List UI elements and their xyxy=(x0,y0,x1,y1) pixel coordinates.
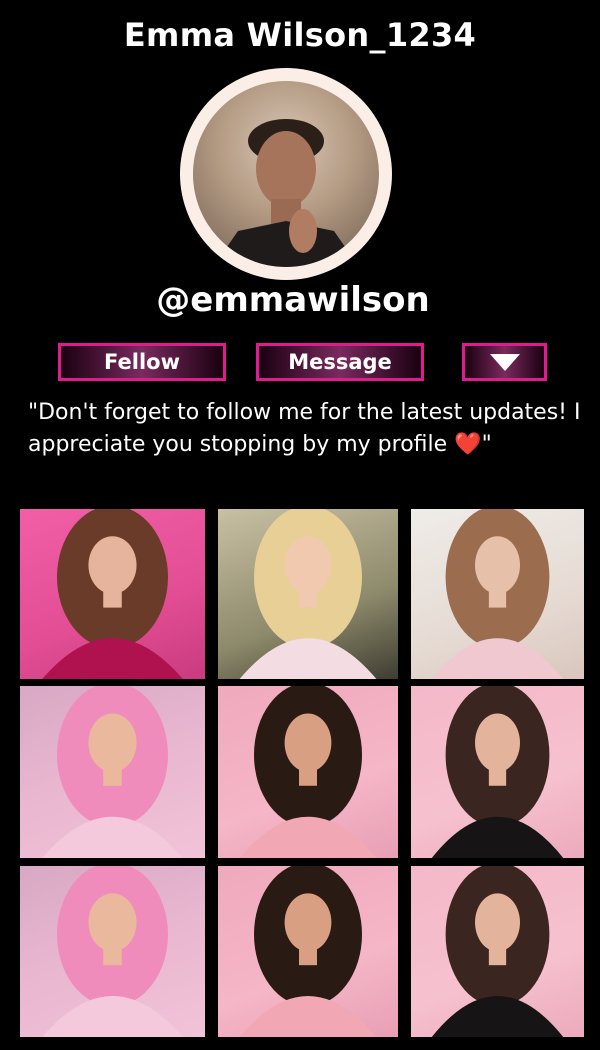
follow-button-label: Fellow xyxy=(104,350,180,374)
photo-figure xyxy=(239,686,377,858)
heart-emoji: ❤️ xyxy=(454,432,482,457)
bio-text: "Don't forget to follow me for the lates… xyxy=(28,400,581,457)
triangle-down-icon xyxy=(489,353,520,371)
avatar-photo xyxy=(193,81,379,267)
gallery-photo[interactable] xyxy=(20,509,205,679)
photo-figure xyxy=(239,509,377,679)
photo-figure xyxy=(239,866,377,1037)
photo-figure xyxy=(431,866,564,1037)
profile-handle: @emmawilson xyxy=(156,280,430,320)
avatar[interactable] xyxy=(180,68,392,280)
photo-figure xyxy=(42,509,183,679)
bio-closing-quote: " xyxy=(481,432,492,457)
message-button-label: Message xyxy=(288,350,392,374)
gallery-photo[interactable] xyxy=(218,686,398,858)
gallery-photo[interactable] xyxy=(218,866,398,1037)
gallery-photo[interactable] xyxy=(218,509,398,679)
photo-figure xyxy=(42,866,183,1037)
profile-display-name: Emma Wilson_1234 xyxy=(123,16,477,54)
message-button[interactable]: Message xyxy=(256,343,424,381)
gallery-photo[interactable] xyxy=(20,866,205,1037)
follow-button[interactable]: Fellow xyxy=(58,343,226,381)
gallery-photo[interactable] xyxy=(411,866,584,1037)
gallery-photo[interactable] xyxy=(20,686,205,858)
gallery-photo[interactable] xyxy=(411,509,584,679)
gallery-photo[interactable] xyxy=(411,686,584,858)
photo-figure xyxy=(42,686,183,858)
more-options-button[interactable] xyxy=(462,343,547,381)
photo-figure xyxy=(431,509,564,679)
profile-bio: "Don't forget to follow me for the lates… xyxy=(28,397,588,461)
photo-figure xyxy=(431,686,564,858)
